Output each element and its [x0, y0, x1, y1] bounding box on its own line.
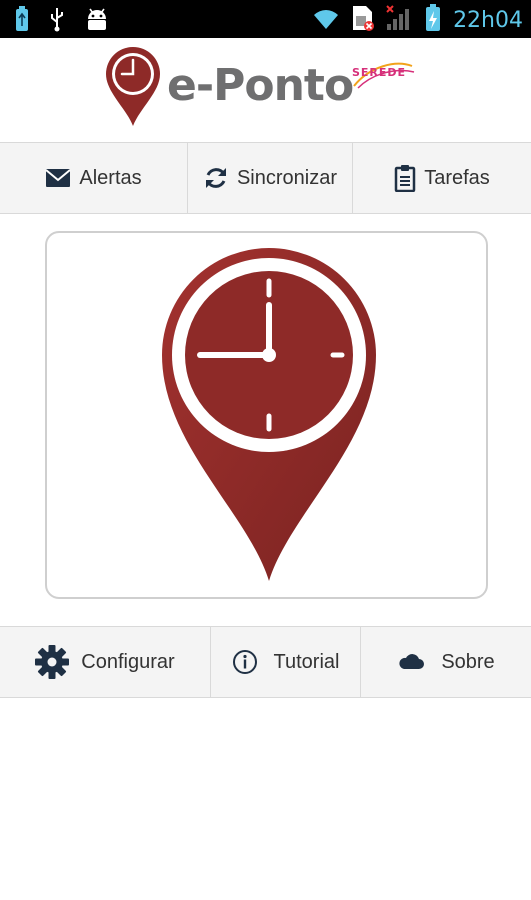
clipboard-icon [394, 164, 416, 192]
bottom-toolbar: Configurar Tutorial Sobre [0, 626, 531, 698]
logo-pin-icon [104, 46, 162, 133]
tarefas-button[interactable]: Tarefas [353, 143, 531, 213]
sync-icon [203, 165, 229, 191]
info-icon [232, 649, 258, 675]
sobre-button[interactable]: Sobre [361, 627, 531, 697]
gear-icon [35, 645, 70, 679]
top-toolbar: Alertas Sincronizar Tarefas [0, 142, 531, 214]
alertas-label: Alertas [79, 166, 142, 189]
app-logo-text: e-Ponto [167, 60, 354, 111]
usb-battery-icon [14, 6, 30, 37]
android-debug-icon [84, 6, 110, 37]
sobre-label: Sobre [441, 650, 495, 673]
sim-error-icon [351, 4, 375, 37]
cloud-icon [397, 652, 425, 672]
configurar-label: Configurar [81, 650, 175, 673]
tarefas-label: Tarefas [424, 166, 490, 189]
alertas-button[interactable]: Alertas [0, 143, 188, 213]
status-bar: 22h04 [0, 0, 531, 38]
clock-pin-icon [158, 243, 380, 590]
signal-no-service-icon [385, 4, 415, 37]
usb-icon [48, 6, 66, 37]
mail-icon [45, 168, 72, 188]
tutorial-button[interactable]: Tutorial [211, 627, 361, 697]
status-time: 22h04 [453, 8, 523, 33]
sincronizar-button[interactable]: Sincronizar [188, 143, 353, 213]
wifi-icon [311, 5, 341, 36]
tutorial-label: Tutorial [273, 650, 340, 673]
battery-charging-icon [425, 4, 441, 37]
brand-name: SEREDE [352, 66, 407, 79]
logo-card [45, 231, 488, 599]
sincronizar-label: Sincronizar [236, 166, 338, 189]
configurar-button[interactable]: Configurar [0, 627, 211, 697]
